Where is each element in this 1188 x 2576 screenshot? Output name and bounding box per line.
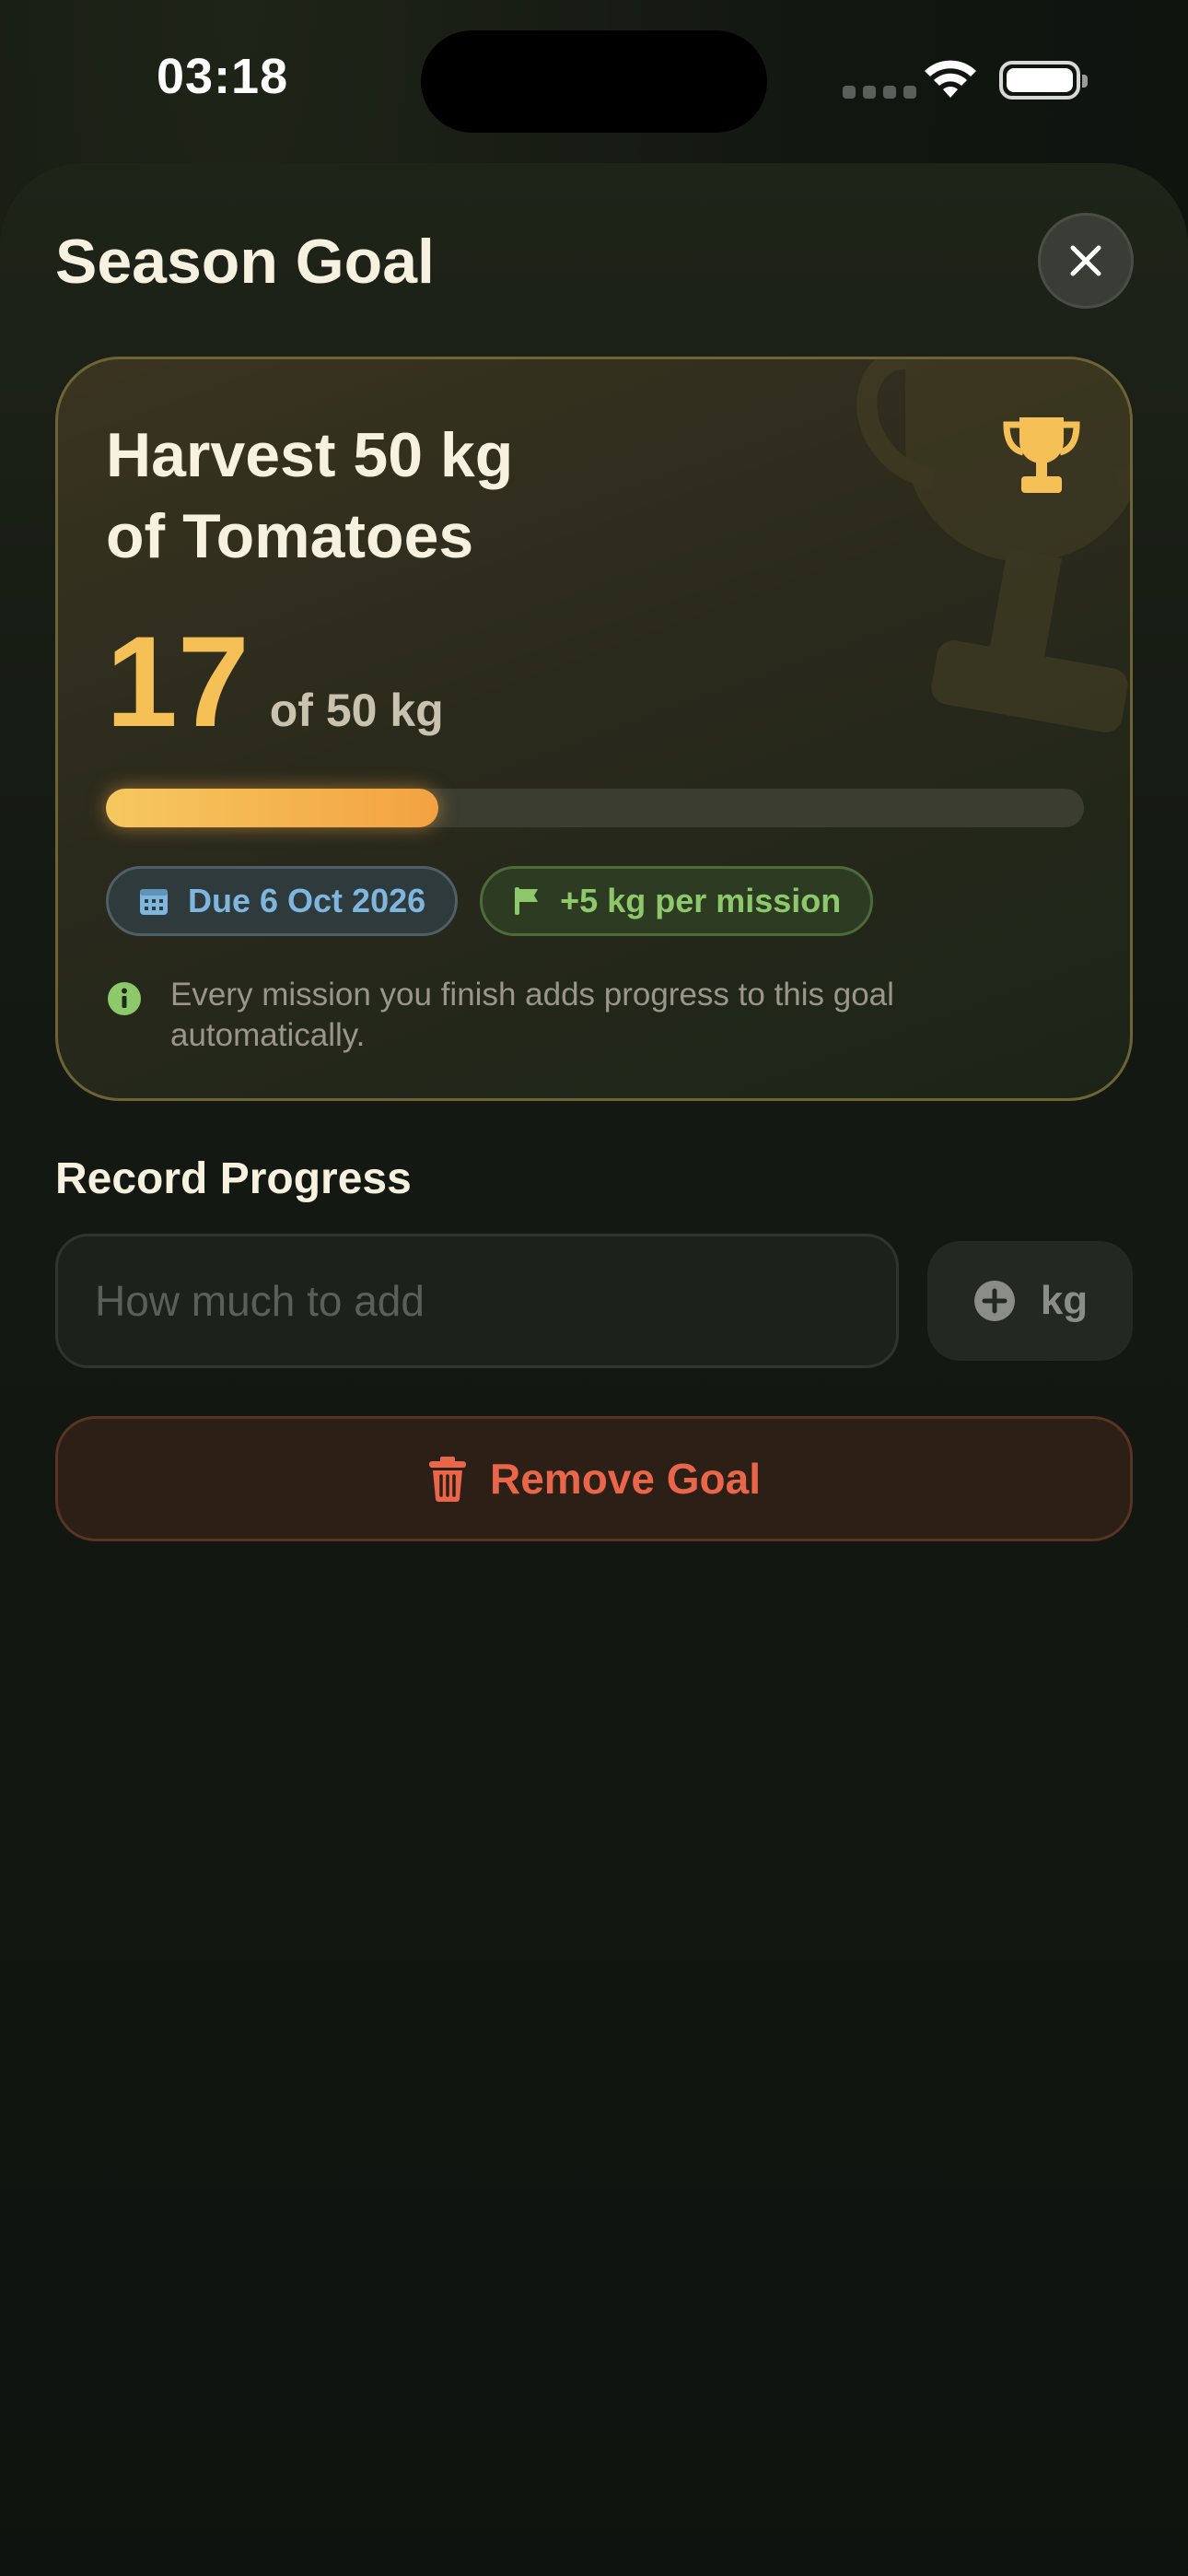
remove-goal-label: Remove Goal [490, 1455, 761, 1503]
record-progress-title: Record Progress [55, 1154, 412, 1203]
trash-icon [429, 1457, 466, 1502]
add-kg-button[interactable]: kg [927, 1241, 1133, 1361]
remove-goal-button[interactable]: Remove Goal [55, 1416, 1133, 1541]
goal-chips: Due 6 Oct 2026 +5 kg per mission [106, 866, 874, 936]
flag-icon [515, 887, 539, 915]
mission-bonus-label: +5 kg per mission [560, 882, 842, 919]
progress-amount-input[interactable] [55, 1234, 899, 1368]
wifi-icon [925, 60, 976, 98]
cellular-signal-icon [843, 86, 916, 99]
due-date-label: Due 6 Oct 2026 [188, 882, 426, 919]
battery-icon [999, 61, 1088, 100]
screen: 03:18 Season Goal Harvest 50 kg of Tomat… [0, 0, 1188, 2576]
trophy-watermark-icon [856, 359, 1130, 732]
goal-card: Harvest 50 kg of Tomatoes 17 of 50 kg Du… [55, 357, 1133, 1101]
sheet-title: Season Goal [55, 227, 435, 297]
info-icon [108, 982, 141, 1015]
add-kg-label: kg [1040, 1278, 1089, 1323]
plus-circle-icon [973, 1281, 1015, 1321]
goal-title-line-1: Harvest 50 kg [106, 420, 514, 490]
status-time: 03:18 [157, 49, 289, 104]
goal-info: Every mission you finish adds progress t… [106, 975, 1082, 1056]
due-date-chip: Due 6 Oct 2026 [106, 866, 459, 936]
dynamic-island [421, 30, 767, 133]
progress-bar-fill [106, 789, 439, 827]
mission-bonus-chip: +5 kg per mission [480, 866, 874, 936]
progress-bar [106, 789, 1084, 827]
progress-current-value: 17 [106, 609, 250, 754]
progress-summary: 17 of 50 kg [106, 617, 444, 746]
progress-target-label: of 50 kg [269, 685, 444, 736]
close-icon [1070, 245, 1101, 276]
trophy-icon [1003, 417, 1080, 493]
goal-title: Harvest 50 kg of Tomatoes [106, 415, 751, 577]
season-goal-sheet: Season Goal Harvest 50 kg of Tomatoes 17… [0, 163, 1188, 2576]
calendar-icon [140, 889, 168, 915]
goal-title-line-2: of Tomatoes [106, 501, 474, 571]
goal-info-text: Every mission you finish adds progress t… [170, 977, 894, 1053]
close-button[interactable] [1038, 213, 1134, 309]
